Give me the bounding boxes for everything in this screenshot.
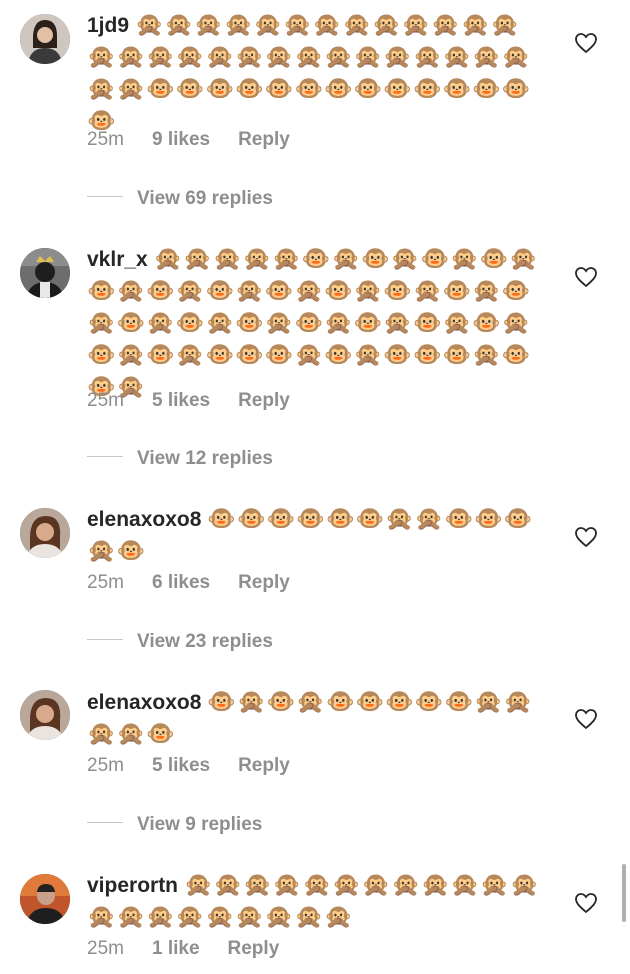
heart-outline-icon[interactable] — [574, 266, 598, 288]
comment-meta: 25m 9 likes Reply — [87, 129, 290, 151]
reply-button[interactable]: Reply — [238, 129, 290, 151]
avatar[interactable] — [20, 690, 70, 740]
comment-meta: 25m 5 likes Reply — [87, 755, 290, 777]
comment-time: 25m — [87, 572, 124, 593]
comment-time: 25m — [87, 390, 124, 411]
comment-body: vklr_x 🙊🙊🙊🙊🙊🐵🙊🐵🙊🐵🙊🐵🙊🐵🙊🐵🙊🐵🙊🐵🙊🐵🙊🐵🙊🐵🙊🐵🙊🐵🙊🐵🙊🐵… — [87, 243, 542, 403]
comment-time: 25m — [87, 938, 124, 959]
avatar[interactable] — [20, 248, 70, 298]
comment-body: viperortn 🙊🙊🙊🙊🙊🙊🙊🙊🙊🙊🙊🙊🙊🙊🙊🙊🙊🙊🙊🙊🙊 — [87, 869, 542, 933]
comment-username[interactable]: vklr_x — [87, 248, 148, 271]
comment-body: elenaxoxo8 🐵🙊🐵🙊🐵🐵🐵🐵🐵🙊🙊🙊🙊🐵 — [87, 686, 542, 750]
heart-outline-icon[interactable] — [574, 892, 598, 914]
comment-likes[interactable]: 5 likes — [152, 390, 210, 412]
view-replies-button[interactable]: View 12 replies — [87, 448, 273, 470]
reply-button[interactable]: Reply — [228, 938, 280, 960]
divider — [87, 639, 123, 641]
view-replies-label: View 23 replies — [137, 631, 273, 652]
comment-body: 1jd9 🙊🙊🙊🙊🙊🙊🙊🙊🙊🙊🙊🙊🙊🙊🙊🙊🙊🙊🙊🙊🙊🙊🙊🙊🙊🙊🙊🙊🙊🙊🐵🐵🐵🐵🐵🐵… — [87, 9, 542, 137]
divider — [87, 456, 123, 458]
comment-time: 25m — [87, 129, 124, 150]
comment-time: 25m — [87, 755, 124, 776]
comment-username[interactable]: elenaxoxo8 — [87, 691, 201, 714]
comment-text: 🙊🙊🙊🙊🙊🐵🙊🐵🙊🐵🙊🐵🙊🐵🙊🐵🙊🐵🙊🐵🙊🐵🙊🐵🙊🐵🙊🐵🙊🐵🙊🐵🙊🐵🙊🐵🙊🐵🙊🐵… — [87, 245, 540, 399]
comment-meta: 25m 5 likes Reply — [87, 390, 290, 412]
comment-meta: 25m 1 like Reply — [87, 938, 279, 960]
heart-outline-icon[interactable] — [574, 708, 598, 730]
comment-meta: 25m 6 likes Reply — [87, 572, 290, 594]
reply-button[interactable]: Reply — [238, 390, 290, 412]
avatar[interactable] — [20, 14, 70, 64]
reply-button[interactable]: Reply — [238, 572, 290, 594]
view-replies-label: View 9 replies — [137, 814, 263, 835]
avatar[interactable] — [20, 874, 70, 924]
avatar[interactable] — [20, 508, 70, 558]
comment-text: 🙊🙊🙊🙊🙊🙊🙊🙊🙊🙊🙊🙊🙊🙊🙊🙊🙊🙊🙊🙊🙊🙊🙊🙊🙊🙊🙊🙊🙊🙊🐵🐵🐵🐵🐵🐵🐵🐵🐵🐵… — [87, 11, 532, 133]
view-replies-button[interactable]: View 69 replies — [87, 188, 273, 210]
comment-username[interactable]: elenaxoxo8 — [87, 508, 201, 531]
comment-likes[interactable]: 1 like — [152, 938, 200, 960]
comment-likes[interactable]: 5 likes — [152, 755, 210, 777]
comment-username[interactable]: 1jd9 — [87, 14, 129, 37]
comment-likes[interactable]: 6 likes — [152, 572, 210, 594]
divider — [87, 822, 123, 824]
view-replies-label: View 69 replies — [137, 188, 273, 209]
view-replies-button[interactable]: View 23 replies — [87, 631, 273, 653]
reply-button[interactable]: Reply — [238, 755, 290, 777]
comment-username[interactable]: viperortn — [87, 874, 178, 897]
view-replies-button[interactable]: View 9 replies — [87, 814, 262, 836]
divider — [87, 196, 123, 198]
heart-outline-icon[interactable] — [574, 32, 598, 54]
heart-outline-icon[interactable] — [574, 526, 598, 548]
comment-body: elenaxoxo8 🐵🐵🐵🐵🐵🐵🙊🙊🐵🐵🐵🙊🐵 — [87, 503, 542, 567]
view-replies-label: View 12 replies — [137, 448, 273, 469]
comment-likes[interactable]: 9 likes — [152, 129, 210, 151]
scrollbar[interactable] — [622, 864, 626, 922]
